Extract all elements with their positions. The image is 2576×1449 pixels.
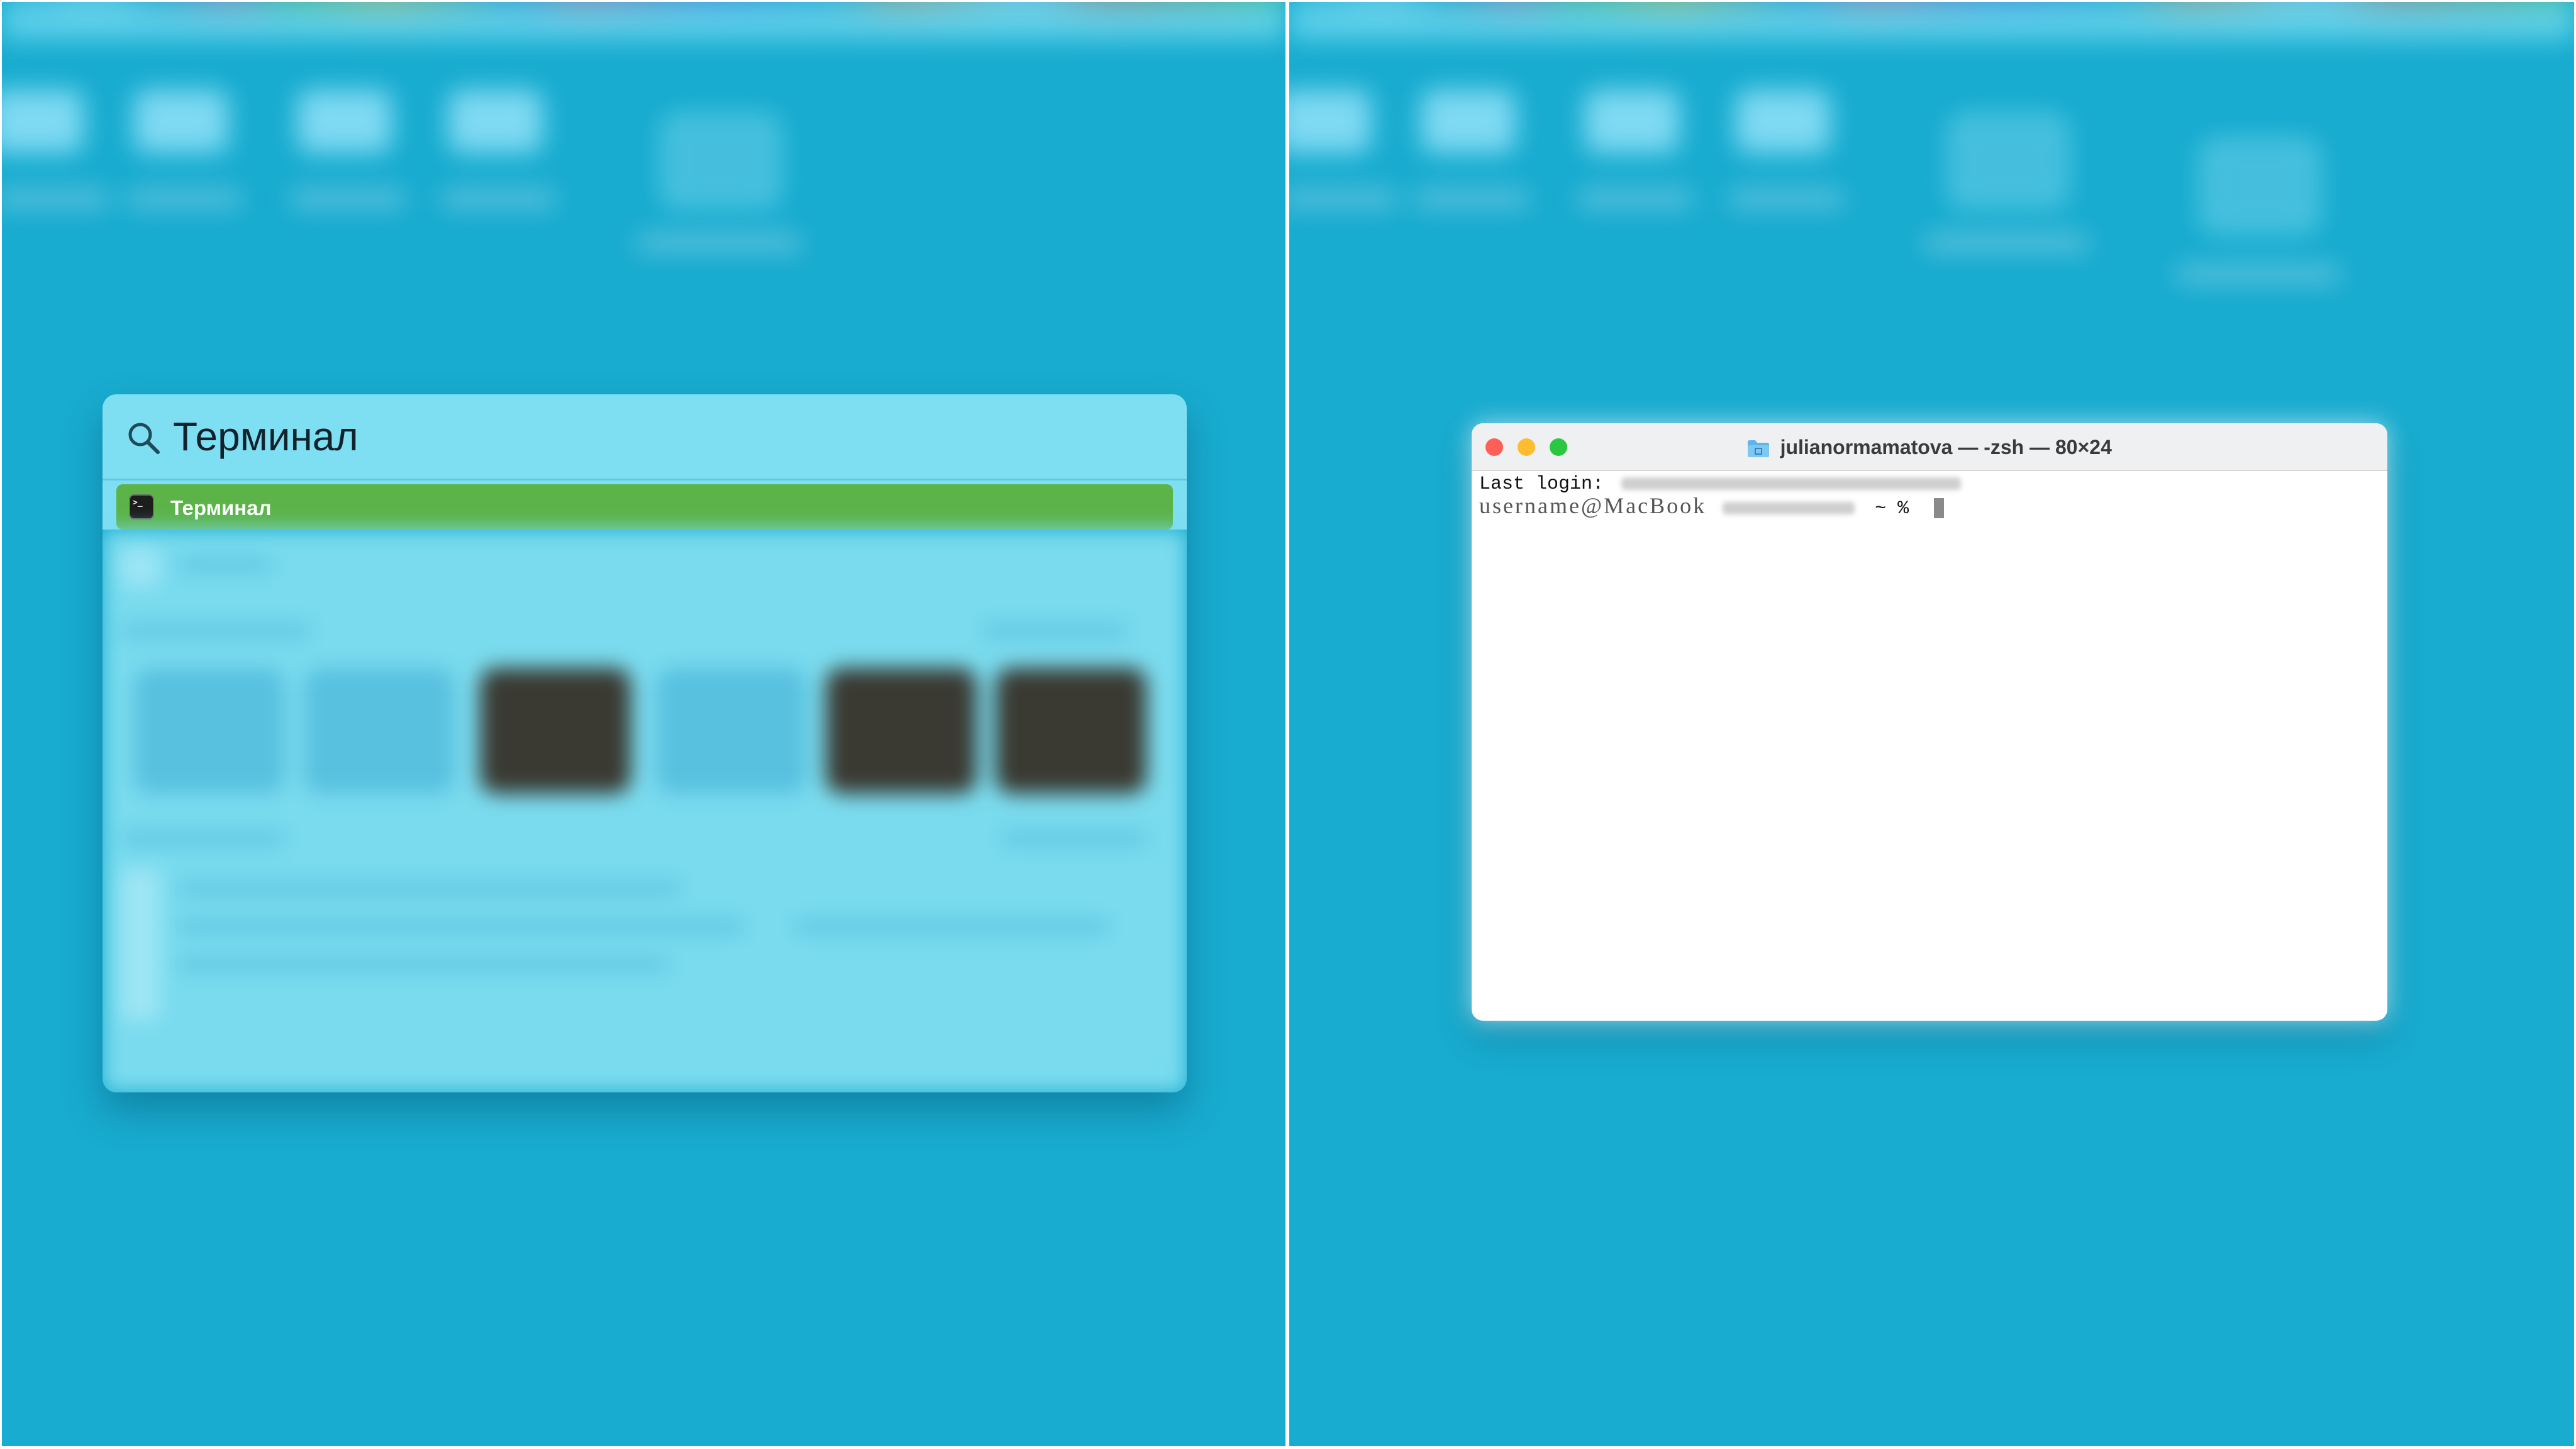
preview-doc-thumb [121, 869, 159, 1020]
desktop-icon-label [1924, 235, 2088, 251]
desktop-icon-label [2, 191, 109, 207]
menu-bar [2, 2, 1285, 40]
spotlight-preview-blurred [103, 530, 1187, 1092]
desktop-icon [1421, 90, 1516, 153]
desktop-icon [297, 90, 392, 153]
preview-row-text [178, 558, 272, 572]
home-folder-icon [1748, 440, 1770, 457]
preview-doc-line [178, 919, 744, 933]
preview-section-label [121, 831, 285, 845]
terminal-window: julianormamatova — -zsh — 80×24 Last log… [1472, 423, 2387, 1021]
desktop-icon [1289, 90, 1371, 153]
preview-doc-line [178, 882, 681, 896]
desktop-icon-label [2176, 266, 2340, 282]
desktop-icon [1736, 90, 1830, 153]
terminal-app-icon [129, 494, 154, 519]
desktop-icon-label [291, 191, 404, 207]
desktop-icon-label [1579, 191, 1692, 207]
spotlight-result-terminal[interactable]: Терминал [116, 484, 1173, 530]
window-title-group: julianormamatova — -zsh — 80×24 [1472, 423, 2387, 470]
text-cursor [1934, 498, 1945, 519]
drive-icon [1950, 115, 2067, 207]
preview-doc-line [178, 957, 669, 971]
last-login-line: Last login: [1479, 474, 2372, 495]
preview-thumbnail [480, 668, 631, 794]
left-screen: Терминал Терминал [2, 2, 1285, 1446]
prompt-line: username@MacBook ~ % [1479, 493, 2372, 519]
preview-section-link [983, 624, 1128, 638]
spotlight-panel: Терминал Терминал [103, 394, 1187, 1092]
preview-thumbnail [656, 668, 807, 794]
window-title: julianormamatova — -zsh — 80×24 [1780, 436, 2112, 458]
prompt-suffix: ~ % [1875, 498, 1909, 519]
prompt-user: username@MacBook [1479, 493, 1707, 518]
desktop-icon [448, 90, 543, 153]
desktop-icon-label [637, 235, 801, 251]
preview-thumbnail [996, 668, 1146, 794]
spotlight-result-label: Терминал [170, 496, 272, 519]
preview-thumbnail [304, 668, 455, 794]
desktop-icon-label [1289, 191, 1396, 207]
redacted-hostname [1723, 502, 1855, 515]
desktop-icon-label [1415, 191, 1528, 207]
preview-thumbnail [826, 668, 977, 794]
spotlight-search-bar[interactable]: Терминал [103, 394, 1187, 480]
preview-section-link [1002, 831, 1146, 845]
right-screen: julianormamatova — -zsh — 80×24 Last log… [1289, 2, 2574, 1446]
preview-section-label [121, 624, 310, 638]
desktop-icon [1585, 90, 1679, 153]
last-login-label: Last login: [1479, 474, 1604, 495]
desktop-icon-label [128, 191, 241, 207]
drive-icon [2201, 140, 2318, 232]
desktop-icon-label [442, 191, 555, 207]
search-icon [128, 423, 160, 454]
search-query-text[interactable]: Терминал [173, 413, 358, 460]
desktop-icon-label [1729, 191, 1843, 207]
terminal-titlebar[interactable]: julianormamatova — -zsh — 80×24 [1472, 423, 2387, 471]
drive-icon [662, 115, 779, 207]
preview-thumbnail [134, 668, 285, 794]
spotlight-results: Терминал [103, 480, 1187, 530]
menu-bar [1289, 2, 2574, 40]
preview-row-icon [121, 548, 159, 586]
preview-doc-line [794, 919, 1109, 933]
terminal-content[interactable]: Last login: username@MacBook ~ % [1479, 474, 2372, 519]
desktop-icon [2, 90, 84, 153]
desktop-icon [134, 90, 228, 153]
redacted-login-details [1621, 477, 1962, 491]
